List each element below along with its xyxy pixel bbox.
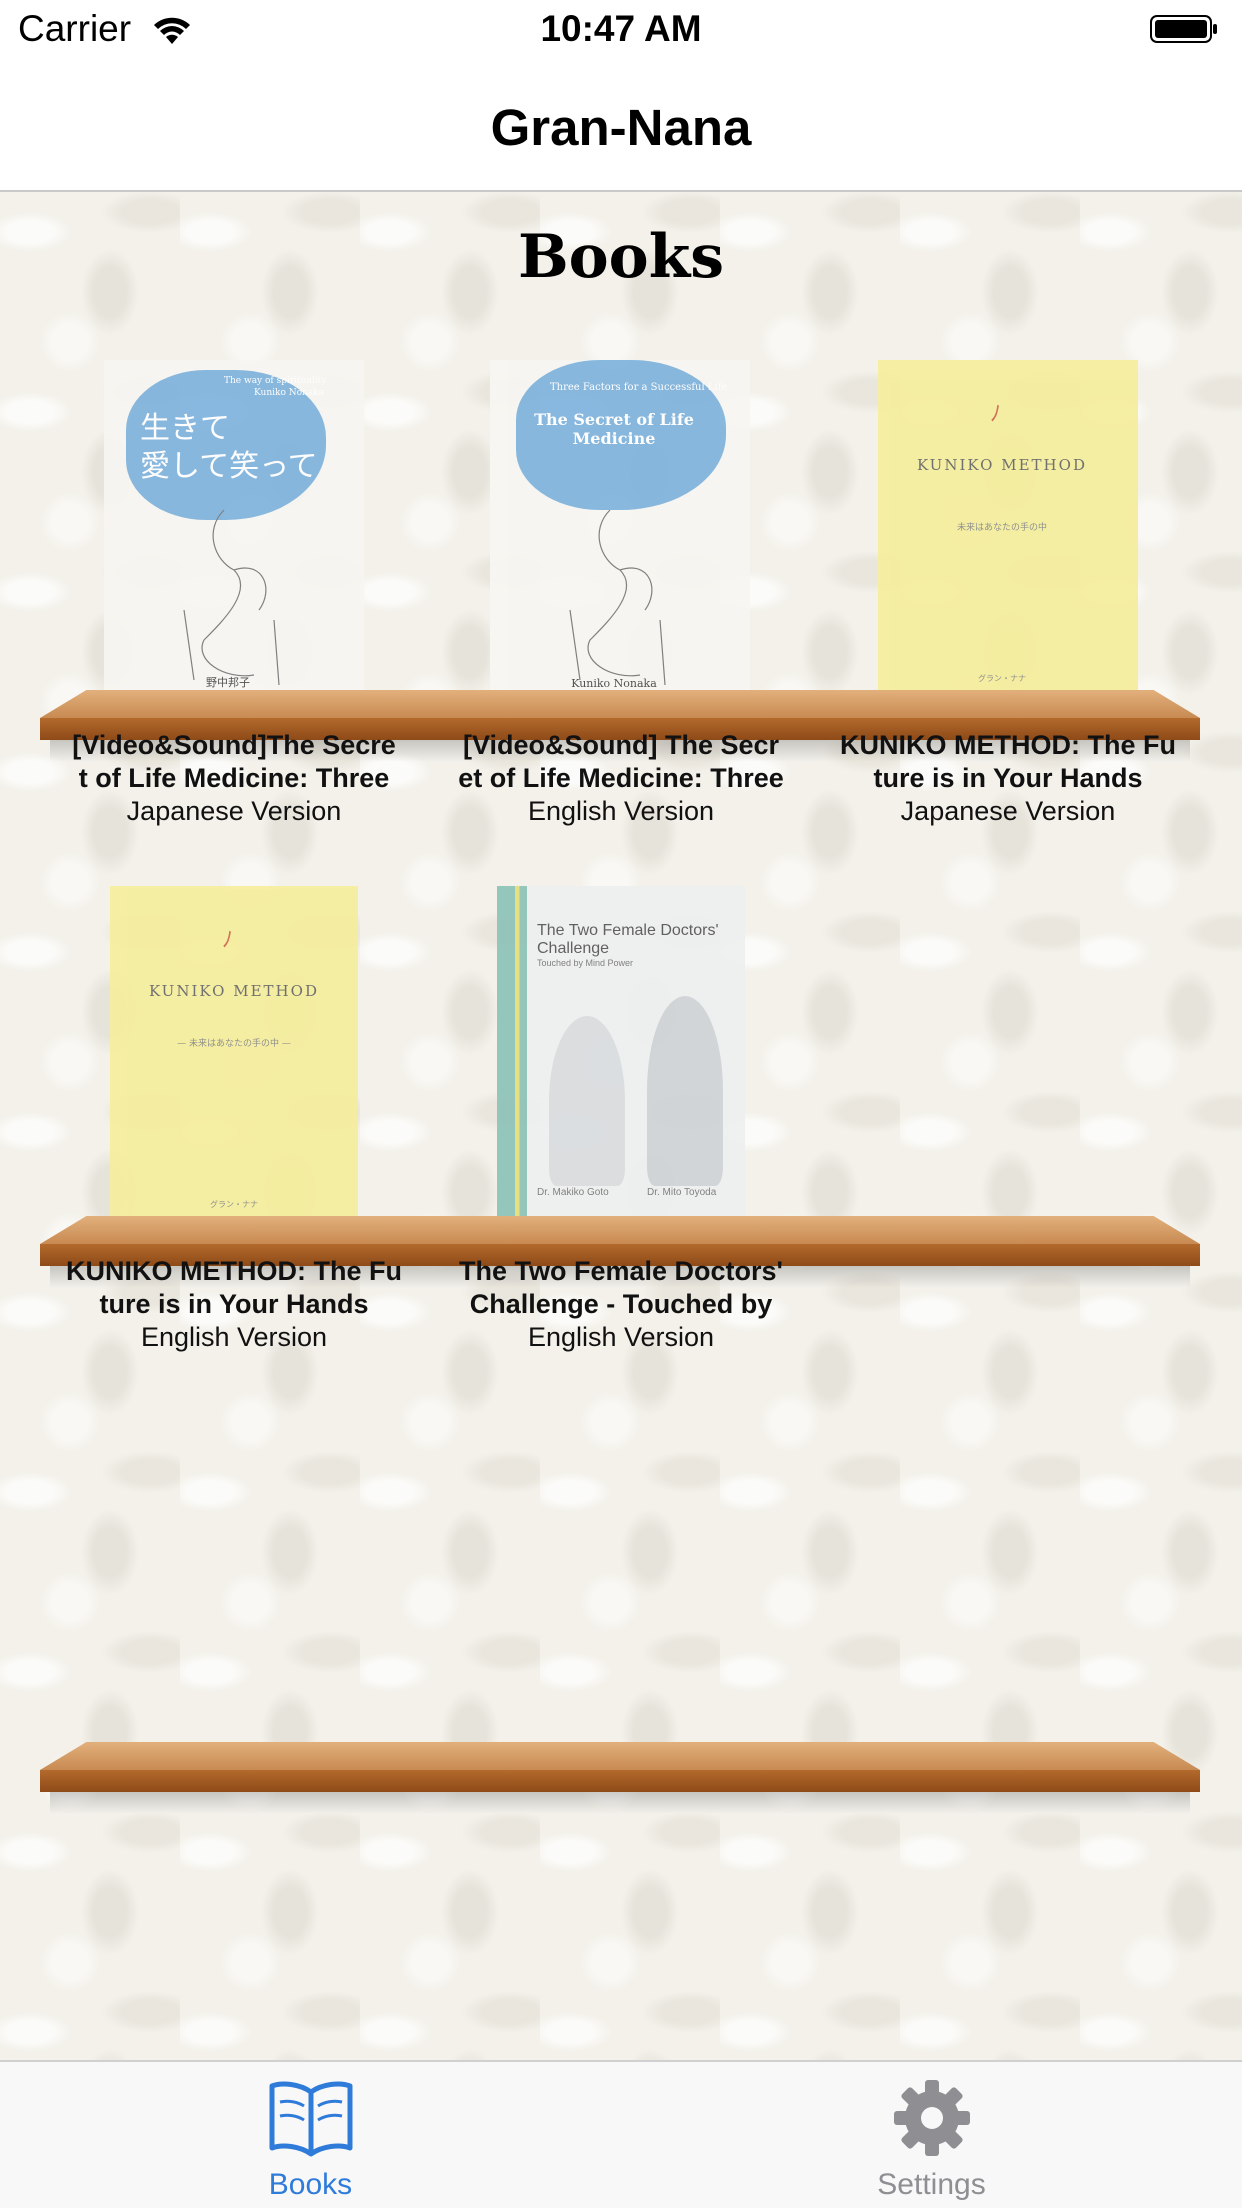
- book-title-line1: [Video&Sound]The Secre: [72, 730, 396, 760]
- cover-jp-title: 生きて 愛して笑って: [140, 410, 318, 486]
- line-drawing-illustration: [569, 509, 666, 686]
- section-title: Books: [517, 222, 725, 292]
- shelf: [40, 1742, 1200, 1814]
- nav-title: Gran-Nana: [490, 99, 752, 156]
- book-title[interactable]: The Two Female Doctors' Challenge - Touch…: [441, 1255, 801, 1321]
- cover-jp-line2: 愛して笑って: [140, 449, 318, 484]
- book-title-line1: KUNIKO METHOD: The Fu: [66, 1256, 402, 1286]
- bookshelf-view[interactable]: Books The way of spirituality Kuniko Non…: [0, 192, 1242, 2060]
- book-title[interactable]: KUNIKO METHOD: The Fu ture is in Your Han…: [54, 1255, 414, 1321]
- book-item[interactable]: The way of spirituality Kuniko Nonaka 生き…: [104, 360, 364, 740]
- book-cover[interactable]: ﾉ KUNIKO METHOD 未来はあなたの手の中 グラン・ナナ: [878, 360, 1138, 700]
- cover-heading: Three Factors for a Successful Life: [550, 382, 728, 393]
- doctor-photo: [549, 1016, 625, 1186]
- book-cover[interactable]: The way of spirituality Kuniko Nonaka 生き…: [104, 360, 364, 700]
- cover-doctor-names: Dr. Makiko Goto Dr. Mito Toyoda: [537, 1187, 737, 1198]
- cover-doctor-1: Dr. Makiko Goto: [537, 1187, 609, 1198]
- book-version: English Version: [140, 1322, 328, 1352]
- gear-icon: [893, 2080, 970, 2156]
- book-cover[interactable]: The Two Female Doctors' Challenge Touche…: [497, 886, 745, 1226]
- tab-bar: Books Settings: [0, 2060, 1242, 2208]
- cover-title: The Two Female Doctors' Challenge: [537, 922, 719, 957]
- book-version: Japanese Version: [900, 796, 1116, 826]
- book-item[interactable]: The Two Female Doctors' Challenge Touche…: [497, 886, 745, 1266]
- line-drawing-illustration: [183, 509, 280, 686]
- open-book-icon: [269, 2081, 352, 2157]
- status-bar: Carrier 10:47 AM: [0, 0, 1242, 60]
- book-title[interactable]: [Video&Sound]The Secre t of Life Medicine…: [54, 729, 414, 795]
- book-title-line2: et of Life Medicine: Three: [458, 763, 784, 793]
- book-title-line2: ture is in Your Hands: [99, 1289, 369, 1319]
- tab-label: Settings: [877, 2168, 986, 2201]
- logo-mark: ﾉ: [222, 928, 234, 953]
- logo-mark: ﾉ: [990, 402, 1002, 427]
- cover-doctor-2: Dr. Mito Toyoda: [647, 1187, 717, 1198]
- tab-books[interactable]: Books: [0, 2062, 621, 2208]
- book-title-line1: KUNIKO METHOD: The Fu: [840, 730, 1176, 760]
- book-version: Japanese Version: [126, 796, 342, 826]
- tab-label: Books: [268, 2168, 353, 2201]
- battery-icon: [1150, 15, 1217, 43]
- cover-publisher: グラン・ナナ: [210, 1200, 258, 1209]
- cover-subtitle: Touched by Mind Power: [537, 958, 634, 968]
- cover-brand: KUNIKO METHOD: [917, 456, 1087, 474]
- book-version: English Version: [527, 1322, 715, 1352]
- cover-subtitle: 未来はあなたの手の中: [956, 523, 1047, 533]
- tab-settings[interactable]: Settings: [621, 2062, 1242, 2208]
- cover-publisher: グラン・ナナ: [978, 674, 1026, 683]
- book-title-line2: ture is in Your Hands: [873, 763, 1143, 793]
- cover-heading: The way of spirituality: [224, 376, 327, 386]
- book-title-line2: Challenge - Touched by: [469, 1289, 773, 1319]
- doctor-photo: [647, 996, 723, 1186]
- status-time: 10:47 AM: [540, 8, 702, 49]
- book-title-line1: [Video&Sound] The Secr: [462, 730, 780, 760]
- cover-title: The Secret of Life Medicine: [534, 410, 694, 448]
- book-cover[interactable]: Three Factors for a Successful Life The …: [490, 360, 750, 700]
- cover-subtitle: — 未来はあなたの手の中 —: [177, 1039, 291, 1049]
- book-title[interactable]: [Video&Sound] The Secr et of Life Medicin…: [441, 729, 801, 795]
- cover-author: Kuniko Nonaka: [254, 388, 325, 398]
- cover-brand: KUNIKO METHOD: [149, 982, 319, 1000]
- book-item[interactable]: ﾉ KUNIKO METHOD — 未来はあなたの手の中 — グラン・ナナ: [110, 886, 358, 1266]
- cover-jp-line1: 生きて: [140, 411, 230, 446]
- book-title-line2: t of Life Medicine: Three: [78, 763, 390, 793]
- book-version: English Version: [527, 796, 715, 826]
- book-item[interactable]: ﾉ KUNIKO METHOD 未来はあなたの手の中 グラン・ナナ: [878, 360, 1138, 740]
- book-cover[interactable]: ﾉ KUNIKO METHOD — 未来はあなたの手の中 — グラン・ナナ: [110, 886, 358, 1226]
- cover-author: Kuniko Nonaka: [571, 677, 657, 690]
- book-item[interactable]: Three Factors for a Successful Life The …: [490, 360, 750, 740]
- cover-author-jp: 野中邦子: [206, 676, 250, 689]
- cover-stripe: [497, 886, 527, 1226]
- book-title-line1: The Two Female Doctors': [459, 1256, 783, 1286]
- book-title[interactable]: KUNIKO METHOD: The Fu ture is in Your Han…: [828, 729, 1188, 795]
- navigation-bar: Gran-Nana: [0, 60, 1242, 192]
